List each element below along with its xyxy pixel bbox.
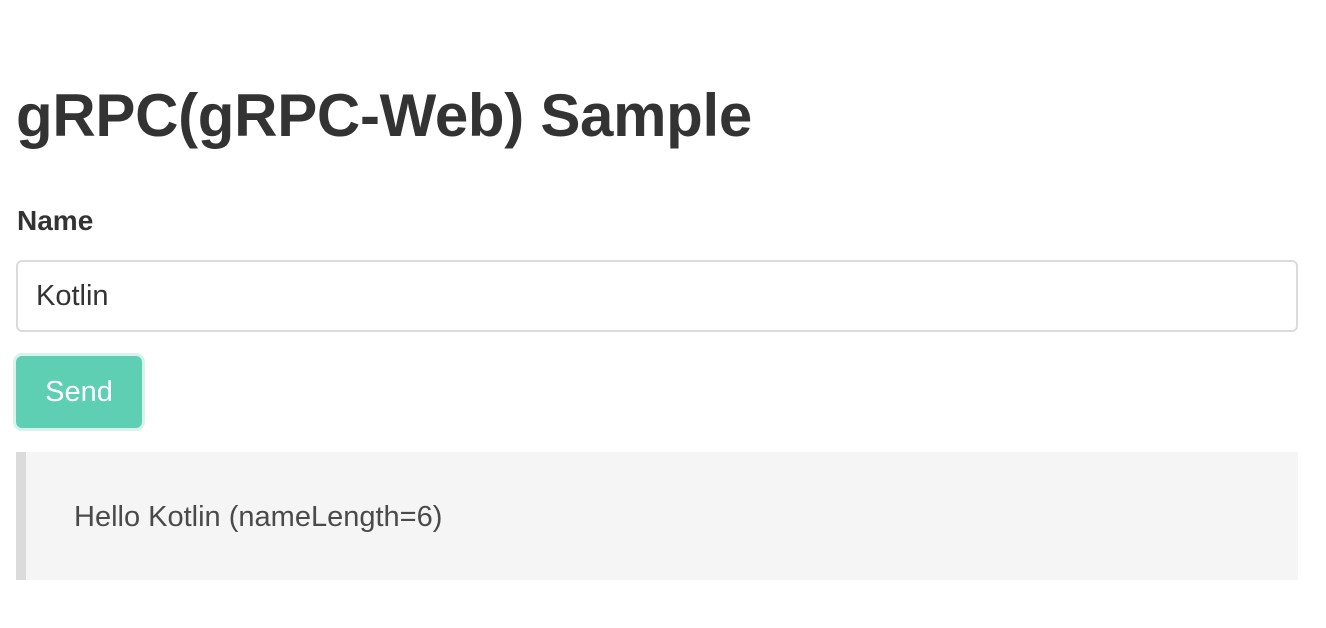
send-button[interactable]: Send	[16, 356, 142, 428]
name-input[interactable]	[16, 260, 1298, 332]
result-box: Hello Kotlin (nameLength=6)	[16, 452, 1298, 580]
name-label: Name	[17, 205, 94, 236]
page-title: gRPC(gRPC-Web) Sample	[16, 82, 752, 149]
result-message: Hello Kotlin (nameLength=6)	[74, 501, 443, 533]
